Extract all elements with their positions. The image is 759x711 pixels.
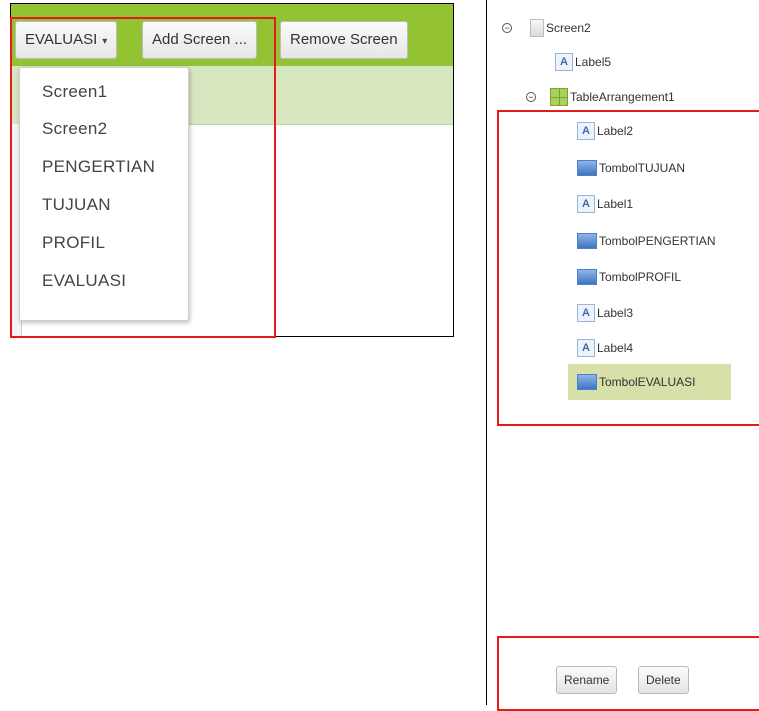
screen-dropdown-menu: Screen1 Screen2 PENGERTIAN TUJUAN PROFIL…: [19, 67, 189, 321]
tree-node-label4[interactable]: A Label4: [577, 337, 633, 359]
tree-node-tombolevaluasi[interactable]: TombolEVALUASI: [577, 371, 696, 393]
button-icon: [577, 269, 597, 285]
designer-toolbar: EVALUASI ▾ Add Screen ... Remove Screen: [11, 4, 453, 66]
dropdown-item-profil[interactable]: PROFIL: [42, 233, 105, 253]
tree-node-label5[interactable]: A Label5: [555, 51, 611, 73]
dropdown-item-screen1[interactable]: Screen1: [42, 82, 107, 102]
tree-node-tablearrangement1[interactable]: − TableArrangement1: [526, 86, 675, 108]
chevron-down-icon: ▾: [102, 36, 108, 47]
dropdown-item-evaluasi[interactable]: EVALUASI: [42, 271, 126, 291]
label-icon: A: [555, 53, 573, 71]
rename-button[interactable]: Rename: [556, 666, 618, 694]
button-icon: [577, 233, 597, 249]
tree-node-label: Label2: [597, 124, 634, 138]
tree-node-label2[interactable]: A Label2: [577, 120, 633, 142]
dropdown-item-tujuan[interactable]: TUJUAN: [42, 195, 111, 215]
button-icon: [577, 374, 597, 390]
tree-node-tombolpengertian[interactable]: TombolPENGERTIAN: [577, 230, 715, 252]
delete-button[interactable]: Delete: [638, 666, 689, 694]
tree-node-screen2[interactable]: − Screen2: [502, 17, 591, 39]
tree-node-label: TombolPENGERTIAN: [599, 234, 716, 248]
tree-node-tomboltujuan[interactable]: TombolTUJUAN: [577, 157, 685, 179]
label-icon: A: [577, 122, 595, 140]
tree-node-label: Screen2: [546, 21, 591, 35]
label-icon: A: [577, 304, 595, 322]
button-icon: [577, 160, 597, 176]
tree-node-label: TableArrangement1: [570, 90, 675, 104]
screen-icon: [530, 19, 544, 37]
tree-node-label1[interactable]: A Label1: [577, 193, 633, 215]
table-arrangement-icon: [550, 88, 568, 106]
tree-node-label: Label4: [597, 341, 634, 355]
dropdown-item-screen2[interactable]: Screen2: [42, 119, 107, 139]
collapse-toggle-icon[interactable]: −: [502, 23, 512, 33]
label-icon: A: [577, 195, 595, 213]
designer-toolbar-panel: EVALUASI ▾ Add Screen ... Remove Screen S…: [10, 3, 454, 337]
add-screen-button[interactable]: Add Screen ...: [142, 21, 258, 59]
tree-node-label: TombolPROFIL: [599, 270, 682, 284]
tree-node-label: Label1: [597, 197, 634, 211]
tree-node-label3[interactable]: A Label3: [577, 302, 633, 324]
tree-node-label: TombolEVALUASI: [599, 375, 696, 389]
tree-node-tombolprofil[interactable]: TombolPROFIL: [577, 266, 681, 288]
tree-node-label: TombolTUJUAN: [599, 161, 686, 175]
screen-select-label: EVALUASI: [25, 31, 98, 48]
screen-select-dropdown[interactable]: EVALUASI ▾: [15, 21, 118, 59]
tree-node-label: Label5: [575, 55, 612, 69]
dropdown-item-pengertian[interactable]: PENGERTIAN: [42, 157, 155, 177]
label-icon: A: [577, 339, 595, 357]
tree-node-label: Label3: [597, 306, 634, 320]
collapse-toggle-icon[interactable]: −: [526, 92, 536, 102]
remove-screen-button[interactable]: Remove Screen: [280, 21, 408, 59]
